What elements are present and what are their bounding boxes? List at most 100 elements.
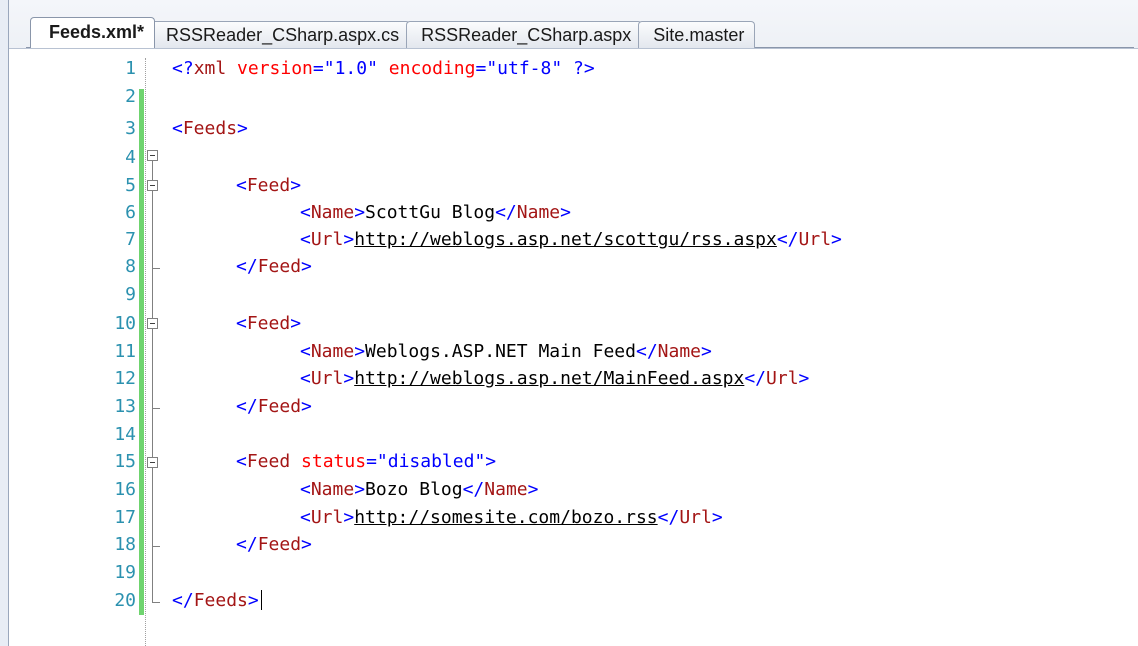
xml-punct: > [711, 507, 723, 528]
line-number: 19 [114, 562, 136, 583]
xml-attribute: encoding [377, 58, 476, 79]
xml-tag-name: Url [310, 368, 344, 389]
xml-punct: > [354, 479, 366, 500]
xml-tag-name: Feed [246, 175, 291, 196]
xml-attribute: status [290, 451, 367, 472]
code-line-15: <Feed status="disabled"> [236, 451, 496, 472]
url-link[interactable]: http://somesite.com/bozo.rss [354, 507, 657, 528]
xml-punct: < [236, 451, 247, 472]
line-number: 3 [125, 118, 136, 139]
outline-end-marker [152, 602, 160, 603]
code-line-18: </Feed> [236, 534, 312, 555]
xml-attribute-value: "utf-8" [486, 58, 563, 79]
xml-punct: </ [236, 534, 258, 555]
xml-punct: = [475, 58, 487, 79]
line-number: 9 [125, 284, 136, 305]
xml-punct: < [300, 507, 311, 528]
xml-punct: > [343, 229, 355, 250]
xml-tag-name: Feed [257, 534, 302, 555]
xml-punct: < [300, 479, 311, 500]
xml-punct: ?> [562, 58, 595, 79]
xml-punct: > [301, 256, 312, 277]
xml-punct: </ [495, 202, 517, 223]
xml-tag-name: Name [657, 341, 702, 362]
editor-window: Feeds.xml* RSSReader_CSharp.aspx.cs RSSR… [0, 0, 1138, 646]
xml-punct: </ [635, 341, 658, 362]
document-tabs: Feeds.xml* RSSReader_CSharp.aspx.cs RSSR… [30, 17, 756, 48]
tab-feeds-xml[interactable]: Feeds.xml* [30, 17, 156, 48]
xml-punct: > [485, 451, 497, 472]
xml-punct: < [300, 229, 311, 250]
outline-end-marker [152, 546, 160, 547]
xml-punct: <? [172, 58, 194, 79]
code-line-5: <Feed> [236, 175, 301, 196]
xml-punct: < [236, 313, 247, 334]
line-number: 15 [114, 451, 136, 472]
xml-punct: < [236, 175, 247, 196]
xml-tag-name: Feeds [193, 590, 248, 611]
code-line-3: <Feeds> [172, 118, 248, 139]
collapse-icon[interactable] [147, 180, 158, 191]
xml-attribute: version [226, 58, 313, 79]
xml-punct: = [366, 451, 377, 472]
xml-punct: </ [462, 479, 485, 500]
line-number: 7 [125, 229, 136, 250]
xml-punct: < [172, 118, 183, 139]
line-number: 18 [114, 534, 136, 555]
xml-tag-name: Url [679, 507, 712, 528]
line-number: 1 [125, 58, 136, 79]
tab-rssreader-csharp-aspx-cs[interactable]: RSSReader_CSharp.aspx.cs [151, 21, 411, 48]
xml-punct: > [343, 507, 355, 528]
code-line-6: <Name>ScottGu Blog</Name> [300, 202, 571, 223]
text-caret [260, 590, 262, 610]
xml-tag-name: Feed [257, 256, 302, 277]
xml-punct: > [343, 368, 355, 389]
xml-tag-name: Feed [246, 451, 291, 472]
xml-tag-name: Feeds [182, 118, 238, 139]
collapse-icon[interactable] [147, 318, 158, 329]
code-line-12: <Url>http://weblogs.asp.net/MainFeed.asp… [300, 368, 809, 389]
url-link[interactable]: http://weblogs.asp.net/MainFeed.aspx [354, 368, 744, 389]
xml-punct: </ [236, 256, 258, 277]
tab-site-master[interactable]: Site.master [638, 21, 756, 48]
xml-punct: </ [657, 507, 680, 528]
line-number: 13 [114, 396, 136, 417]
xml-text: Bozo Blog [365, 479, 463, 500]
collapse-icon[interactable] [147, 150, 158, 161]
code-line-11: <Name>Weblogs.ASP.NET Main Feed</Name> [300, 341, 712, 362]
xml-tag-name: Name [310, 341, 355, 362]
code-line-10: <Feed> [236, 313, 301, 334]
xml-punct: < [300, 368, 311, 389]
xml-text: ScottGu Blog [365, 202, 496, 223]
xml-punct: > [354, 341, 366, 362]
outline-end-marker [152, 268, 160, 269]
xml-punct: > [354, 202, 366, 223]
xml-attribute-value: "1.0" [323, 58, 378, 79]
line-number: 11 [114, 341, 136, 362]
line-number: 12 [114, 368, 136, 389]
xml-punct: > [701, 341, 712, 362]
collapse-icon[interactable] [147, 457, 158, 468]
xml-punct: > [290, 175, 302, 196]
tab-rssreader-csharp-aspx[interactable]: RSSReader_CSharp.aspx [406, 21, 643, 48]
xml-punct: > [527, 479, 539, 500]
code-line-1: <?xml version="1.0" encoding="utf-8" ?> [172, 58, 595, 79]
outline-end-marker [152, 408, 160, 409]
outline-guide-line [152, 161, 153, 602]
xml-punct: > [798, 368, 810, 389]
line-number: 16 [114, 479, 136, 500]
xml-text: Weblogs.ASP.NET Main Feed [365, 341, 636, 362]
code-line-7: <Url>http://weblogs.asp.net/scottgu/rss.… [300, 229, 842, 250]
xml-punct: < [300, 341, 311, 362]
xml-punct: </ [776, 229, 799, 250]
code-line-17: <Url>http://somesite.com/bozo.rss</Url> [300, 507, 723, 528]
line-number: 5 [125, 175, 136, 196]
url-link[interactable]: http://weblogs.asp.net/scottgu/rss.aspx [354, 229, 777, 250]
xml-tag-name: Url [310, 229, 344, 250]
xml-tag-name: Name [484, 479, 528, 500]
xml-punct: > [247, 590, 259, 611]
line-number: 8 [125, 256, 136, 277]
code-line-8: </Feed> [236, 256, 312, 277]
xml-attribute-value: "disabled" [376, 451, 486, 472]
xml-punct: > [301, 396, 312, 417]
